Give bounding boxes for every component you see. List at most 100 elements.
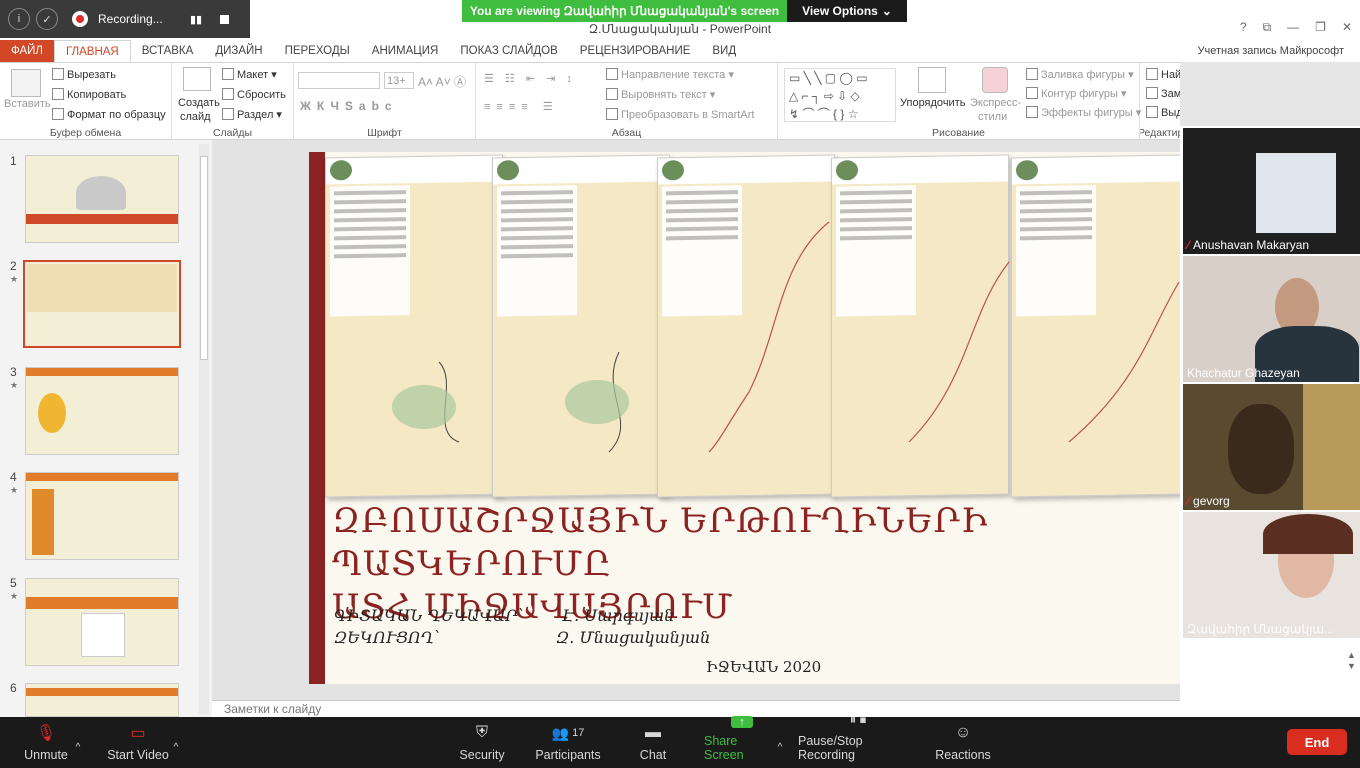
tab-transitions[interactable]: ПЕРЕХОДЫ bbox=[274, 40, 361, 62]
slide-thumbnail-3[interactable] bbox=[25, 367, 179, 455]
layout-button[interactable]: Макет ▾ bbox=[222, 68, 277, 81]
reset-button[interactable]: Сбросить bbox=[222, 88, 286, 101]
chevron-down-icon: ⌄ bbox=[881, 4, 892, 18]
find-button[interactable]: Найти bbox=[1146, 68, 1180, 81]
pause-stop-recording-button[interactable]: ⏸ ⏹ Pause/Stop Recording bbox=[798, 712, 918, 768]
video-tile-gevorg[interactable]: ⁄ gevorg bbox=[1183, 384, 1360, 510]
tab-home[interactable]: ГЛАВНАЯ bbox=[53, 40, 131, 62]
paragraph-group: ☰ ☷ ⇤ ⇥ ↕ ≡≡≡≡ ☰ Направление текста ▾ Вы… bbox=[476, 63, 778, 141]
panel-scroll-arrows[interactable]: ▲ ▼ bbox=[1347, 650, 1356, 672]
info-icon[interactable]: i bbox=[8, 8, 30, 30]
recording-dot-icon bbox=[72, 11, 88, 27]
audio-options-caret[interactable]: ^ bbox=[72, 717, 84, 768]
muted-mic-icon: ⁄ bbox=[1187, 238, 1190, 252]
quick-styles-label-2[interactable]: стили bbox=[978, 111, 1007, 123]
shape-outline-button[interactable]: Контур фигуры ▾ bbox=[1026, 87, 1127, 100]
smartart-button[interactable]: Преобразовать в SmartArt bbox=[606, 108, 754, 121]
quick-styles-label-1[interactable]: Экспресс- bbox=[970, 97, 1021, 109]
font-family-select[interactable] bbox=[298, 72, 380, 89]
paste-button[interactable]: Вставить bbox=[4, 98, 51, 110]
video-tile-zavahir[interactable]: Զավահիր Մնացակյա... bbox=[1183, 512, 1360, 638]
minimize-icon[interactable]: — bbox=[1287, 20, 1299, 35]
shield-check-icon[interactable]: ✓ bbox=[36, 8, 58, 30]
participants-count: 17 bbox=[572, 727, 585, 739]
drawing-group-label: Рисование bbox=[932, 127, 985, 139]
participant-name-text: Khachatur Ghazeyan bbox=[1187, 366, 1300, 380]
tab-design[interactable]: ДИЗАЙН bbox=[204, 40, 273, 62]
video-tile-khachatur[interactable]: Khachatur Ghazeyan bbox=[1183, 256, 1360, 382]
window-controls: ? ⧉ — ❐ ✕ bbox=[1240, 20, 1352, 35]
tab-file[interactable]: ФАЙЛ bbox=[0, 40, 54, 62]
slide-title-line-1: ԶԲՈՍԱՇՐՋԱՅԻՆ ԵՐԹՈՒՂԻՆԵՐԻ ՊԱՏԿԵՐՈՒՄԸ bbox=[332, 501, 989, 584]
muted-mic-icon: ⁄ bbox=[1187, 494, 1190, 508]
quick-styles-icon[interactable] bbox=[982, 67, 1008, 93]
participants-icon: 👥 17 bbox=[551, 724, 585, 741]
font-group-label: Шрифт bbox=[367, 127, 402, 139]
font-size-select[interactable]: 13+ bbox=[384, 72, 414, 89]
shape-fill-button[interactable]: Заливка фигуры ▾ bbox=[1026, 68, 1134, 81]
format-painter-button[interactable]: Формат по образцу bbox=[52, 108, 166, 121]
align-text-button[interactable]: Выровнять текст ▾ bbox=[606, 88, 715, 101]
view-options-button[interactable]: View Options ⌄ bbox=[787, 0, 907, 22]
title-bar bbox=[26, 214, 178, 224]
author-name: Զ. Մնացականյան bbox=[556, 628, 711, 647]
select-button[interactable]: Выделить bbox=[1146, 106, 1180, 119]
new-slide-icon[interactable] bbox=[183, 67, 211, 91]
arrange-icon[interactable] bbox=[918, 67, 946, 93]
replace-button[interactable]: Заменить bbox=[1146, 87, 1180, 100]
stop-recording-icon[interactable] bbox=[220, 14, 230, 24]
supervisor-name: Է. Սարգսյան bbox=[562, 606, 675, 625]
unmute-button[interactable]: 🎙 Unmute bbox=[22, 717, 70, 768]
start-video-button[interactable]: ▭ Start Video bbox=[106, 717, 170, 768]
tab-animations[interactable]: АНИМАЦИЯ bbox=[361, 40, 450, 62]
thumbnail-scrollbar-thumb[interactable] bbox=[200, 156, 208, 360]
align-buttons[interactable]: ≡≡≡≡ ☰ bbox=[484, 100, 559, 113]
ribbon-display-icon[interactable]: ⧉ bbox=[1263, 20, 1272, 35]
shape-effects-label: Эффекты фигуры bbox=[1041, 107, 1133, 119]
slide-thumbnail-2[interactable] bbox=[23, 260, 181, 348]
share-options-caret[interactable]: ^ bbox=[774, 717, 786, 768]
paste-icon[interactable] bbox=[11, 69, 41, 97]
tab-slideshow[interactable]: ПОКАЗ СЛАЙДОВ bbox=[449, 40, 568, 62]
cut-button[interactable]: Вырезать bbox=[52, 68, 116, 81]
end-meeting-button[interactable]: End bbox=[1287, 729, 1347, 755]
new-slide-label-1[interactable]: Создать bbox=[178, 97, 220, 109]
transition-star-icon: ★ bbox=[10, 485, 19, 495]
tab-insert[interactable]: ВСТАВКА bbox=[131, 40, 205, 62]
shape-effects-button[interactable]: Эффекты фигуры ▾ bbox=[1026, 106, 1141, 119]
caret-up-icon: ^ bbox=[75, 741, 81, 753]
video-options-caret[interactable]: ^ bbox=[170, 717, 182, 768]
view-options-label: View Options bbox=[802, 4, 878, 18]
tab-view[interactable]: ВИД bbox=[701, 40, 747, 62]
participants-button[interactable]: 👥 17 Participants bbox=[534, 717, 602, 768]
slide-thumbnail-5[interactable] bbox=[25, 578, 179, 666]
zoom-toolbar: 🎙 Unmute ^ ▭ Start Video ^ ⛨ Security 👥 17 Pa… bbox=[0, 712, 1360, 768]
slide-thumbnail-6[interactable] bbox=[25, 683, 179, 717]
slide-thumbnail-1[interactable] bbox=[25, 155, 179, 243]
account-label[interactable]: Учетная запись Майкрософт bbox=[1198, 45, 1360, 57]
pause-recording-icon[interactable]: ▮▮ bbox=[190, 13, 202, 26]
section-button[interactable]: Раздел ▾ bbox=[222, 108, 282, 121]
shape-fill-label: Заливка фигуры bbox=[1041, 69, 1126, 81]
slide-number: 6 bbox=[10, 681, 17, 695]
help-icon[interactable]: ? bbox=[1240, 20, 1247, 35]
list-buttons[interactable]: ☰ ☷ ⇤ ⇥ ↕ bbox=[484, 72, 576, 85]
text-direction-button[interactable]: Направление текста ▾ bbox=[606, 68, 734, 81]
close-icon[interactable]: ✕ bbox=[1342, 20, 1352, 35]
restore-icon[interactable]: ❐ bbox=[1315, 20, 1326, 35]
shapes-gallery[interactable]: ▭ ╲ ╲ ▢ ◯ ▭ △ ⌐ ┐ ⇨ ⇩ ◇ ↯ ⌒ ⌒ { } ☆ bbox=[784, 68, 896, 122]
reactions-button[interactable]: ☺ Reactions bbox=[935, 717, 991, 768]
new-slide-label-2[interactable]: слайд bbox=[180, 111, 211, 123]
security-button[interactable]: ⛨ Security bbox=[456, 717, 508, 768]
font-style-buttons[interactable]: ЖКЧSabc bbox=[300, 99, 398, 113]
tab-review[interactable]: РЕЦЕНЗИРОВАНИЕ bbox=[569, 40, 702, 62]
copy-button[interactable]: Копировать bbox=[52, 88, 126, 101]
layout-label: Макет bbox=[237, 69, 269, 81]
font-size-buttons[interactable]: A˄ A˅ Ⓐ bbox=[418, 73, 466, 90]
slide-thumbnail-4[interactable] bbox=[25, 472, 179, 560]
video-tile-anushavan[interactable]: ⁄ Anushavan Makaryan bbox=[1183, 128, 1360, 254]
header-bar bbox=[26, 473, 178, 481]
chat-button[interactable]: ▬ Chat bbox=[634, 717, 672, 768]
notes-pane[interactable]: Заметки к слайду bbox=[212, 700, 1180, 717]
arrange-button[interactable]: Упорядочить bbox=[900, 97, 965, 109]
